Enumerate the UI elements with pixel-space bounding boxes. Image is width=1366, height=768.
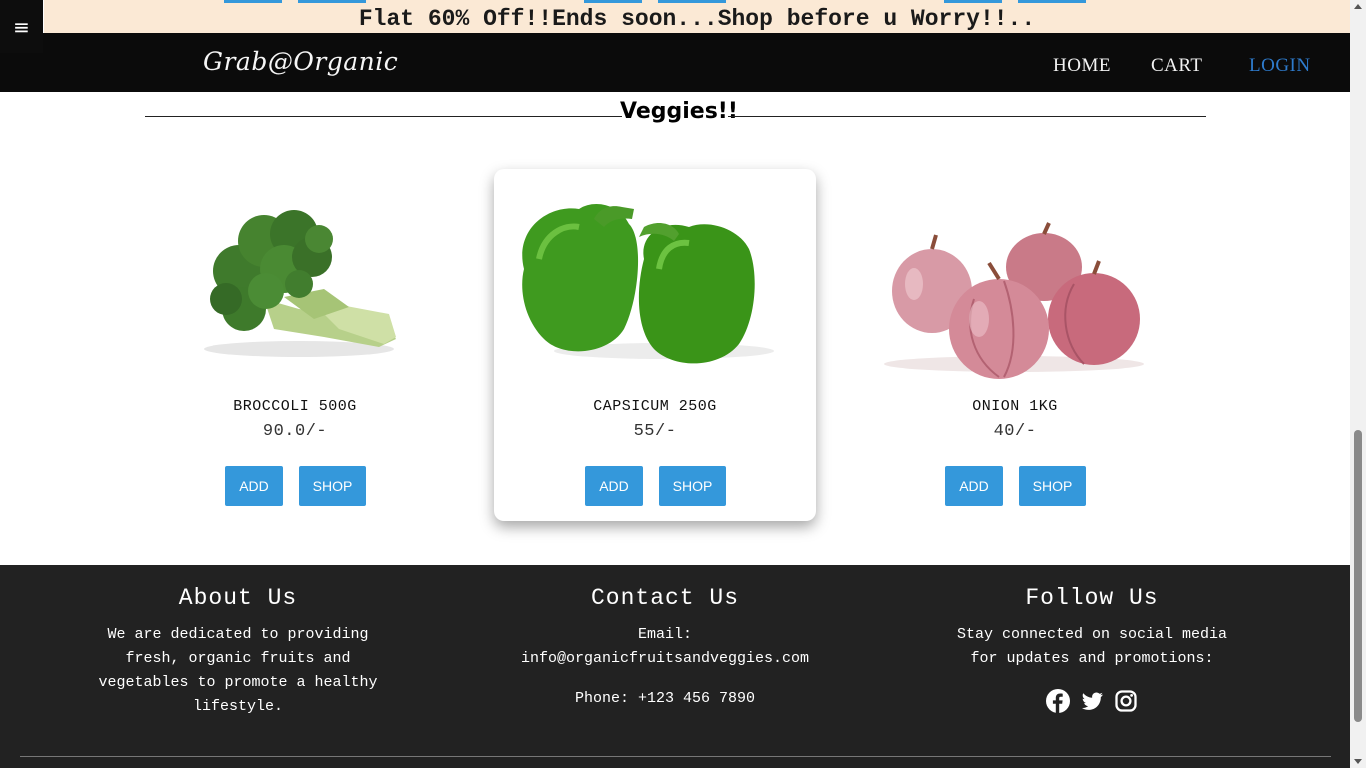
- scrolled-button-edge: [1018, 0, 1086, 3]
- footer-divider: [20, 756, 1331, 757]
- product-card-broccoli[interactable]: BROCCOLI 500G 90.0/- ADD SHOP: [134, 169, 456, 521]
- top-navbar: Grab@Organic HOME CART LOGIN: [0, 33, 1350, 92]
- email-address: info@organicfruitsandveggies.com: [520, 650, 810, 667]
- facebook-icon[interactable]: [1046, 689, 1070, 713]
- footer-follow: Follow Us Stay connected on social media…: [942, 585, 1242, 713]
- add-to-cart-button[interactable]: ADD: [945, 466, 1003, 506]
- footer-contact-phone: Phone: +123 456 7890: [574, 690, 756, 707]
- shop-button[interactable]: SHOP: [659, 466, 726, 506]
- scrolled-button-edge: [584, 0, 642, 3]
- about-line: vegetables to promote a healthy: [98, 674, 378, 691]
- about-line: We are dedicated to providing: [107, 626, 369, 643]
- product-price: 40/-: [993, 422, 1037, 441]
- shop-button[interactable]: SHOP: [1019, 466, 1086, 506]
- promo-banner: Flat 60% Off!!Ends soon...Shop before u …: [44, 0, 1350, 33]
- capsicum-image: [494, 179, 816, 389]
- page-scrollbar[interactable]: [1350, 0, 1366, 768]
- product-name: ONION 1KG: [972, 398, 1058, 415]
- product-card-capsicum[interactable]: CAPSICUM 250G 55/- ADD SHOP: [494, 169, 816, 521]
- site-footer: About Us We are dedicated to providing f…: [0, 565, 1350, 768]
- onion-image: [854, 179, 1176, 389]
- nav-link-home[interactable]: HOME: [1053, 55, 1111, 77]
- nav-link-login[interactable]: LOGIN: [1249, 55, 1311, 77]
- email-label: Email:: [637, 626, 692, 643]
- footer-contact: Contact Us Email: info@organicfruitsandv…: [490, 585, 840, 711]
- add-to-cart-button[interactable]: ADD: [225, 466, 283, 506]
- social-links: [942, 689, 1242, 713]
- heading-rule-left: [145, 116, 622, 117]
- product-card-onion[interactable]: ONION 1KG 40/- ADD SHOP: [854, 169, 1176, 521]
- product-name: BROCCOLI 500G: [233, 398, 357, 415]
- shop-button[interactable]: SHOP: [299, 466, 366, 506]
- about-line: fresh, organic fruits and: [125, 650, 351, 667]
- scrolled-button-edge: [944, 0, 1002, 3]
- footer-about: About Us We are dedicated to providing f…: [75, 585, 401, 719]
- twitter-icon[interactable]: [1080, 689, 1104, 713]
- footer-about-title: About Us: [178, 585, 298, 611]
- scrollbar-thumb[interactable]: [1354, 430, 1362, 722]
- nav-link-cart[interactable]: CART: [1151, 55, 1203, 77]
- product-price: 90.0/-: [262, 422, 328, 441]
- scroll-up-arrow[interactable]: [1354, 4, 1362, 9]
- footer-contact-title: Contact Us: [590, 585, 740, 611]
- about-line: lifestyle.: [192, 698, 283, 715]
- scrolled-button-edge: [224, 0, 282, 3]
- scrolled-button-edge: [658, 0, 726, 3]
- footer-contact-email: Email: info@organicfruitsandveggies.com: [490, 623, 840, 671]
- promo-text: Flat 60% Off!!Ends soon...Shop before u …: [358, 6, 1036, 32]
- hamburger-menu-button[interactable]: ≡: [0, 0, 43, 53]
- add-to-cart-button[interactable]: ADD: [585, 466, 643, 506]
- footer-follow-text: Stay connected on social media for updat…: [942, 623, 1242, 671]
- heading-rule-right: [728, 116, 1206, 117]
- hamburger-menu-icon: ≡: [13, 14, 30, 39]
- site-logo[interactable]: Grab@Organic: [203, 47, 398, 76]
- section-title: Veggies!!: [620, 99, 738, 124]
- instagram-icon[interactable]: [1114, 689, 1138, 713]
- scrolled-button-edge: [298, 0, 366, 3]
- footer-follow-title: Follow Us: [1025, 585, 1159, 611]
- broccoli-image: [134, 179, 456, 389]
- footer-about-text: We are dedicated to providing fresh, org…: [75, 623, 401, 719]
- product-name: CAPSICUM 250G: [593, 398, 717, 415]
- page: Flat 60% Off!!Ends soon...Shop before u …: [0, 0, 1350, 768]
- follow-line: Stay connected on social media: [956, 626, 1228, 643]
- product-price: 55/-: [633, 422, 677, 441]
- scroll-down-arrow[interactable]: [1354, 759, 1362, 764]
- follow-line: for updates and promotions:: [970, 650, 1214, 667]
